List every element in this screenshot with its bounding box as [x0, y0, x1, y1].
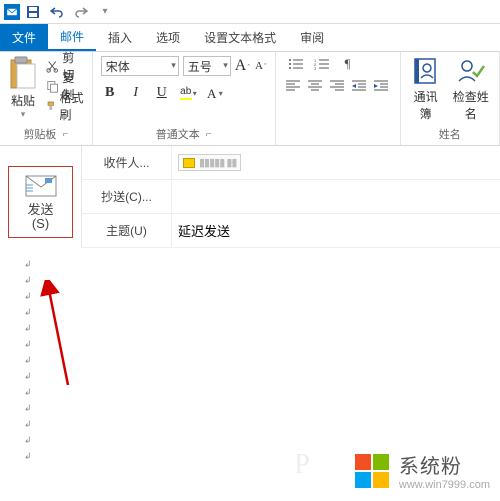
font-size-combo[interactable]: 五号▾	[183, 56, 231, 76]
paste-button-label[interactable]: 粘贴	[11, 92, 35, 109]
format-painter-icon	[46, 99, 55, 113]
paragraph-mark: ↲	[24, 288, 492, 304]
check-names-label: 检查姓名	[453, 88, 489, 122]
pilcrow-button[interactable]: ¶	[338, 56, 358, 72]
windows-logo-icon	[355, 454, 389, 488]
recipient-chip[interactable]: ▮▮▮▮▮ ▮▮	[178, 154, 241, 171]
paragraph-mark: ↲	[24, 416, 492, 432]
clipboard-group-label: 剪贴板	[23, 126, 56, 142]
grow-font-button[interactable]: Aˆ	[235, 57, 250, 75]
paragraph-mark: ↲	[24, 368, 492, 384]
watermark-p: P	[294, 449, 310, 481]
recipient-flag-icon	[183, 158, 195, 168]
paragraph-mark: ↲	[24, 400, 492, 416]
decrease-indent-button[interactable]	[352, 80, 368, 94]
paragraph-mark: ↲	[24, 256, 492, 272]
font-name-combo[interactable]: 宋体▾	[101, 56, 179, 76]
message-body[interactable]: ↲ ↲ ↲ ↲ ↲ ↲ ↲ ↲ ↲ ↲ ↲ ↲ ↲	[0, 248, 500, 468]
paragraph-mark: ↲	[24, 432, 492, 448]
address-book-icon	[411, 56, 441, 86]
tab-options[interactable]: 选项	[144, 24, 192, 51]
subject-label: 主题(U)	[82, 214, 172, 247]
tab-format-text[interactable]: 设置文本格式	[192, 24, 288, 51]
envelope-icon	[25, 175, 57, 197]
underline-button[interactable]: U	[153, 84, 171, 102]
undo-icon[interactable]	[46, 2, 68, 22]
address-book-button[interactable]: 通讯簿	[405, 54, 447, 124]
tab-mail[interactable]: 邮件	[48, 24, 96, 51]
watermark-text: 系统粉	[399, 450, 490, 479]
paragraph-mark: ↲	[24, 272, 492, 288]
align-left-button[interactable]	[286, 80, 302, 94]
recipient-name-blurred: ▮▮▮▮▮ ▮▮	[199, 156, 236, 169]
to-field[interactable]: ▮▮▮▮▮ ▮▮	[172, 146, 500, 179]
font-dialog-launcher-icon[interactable]: ⌐	[206, 129, 212, 140]
paragraph-mark: ↲	[24, 384, 492, 400]
tab-review[interactable]: 审阅	[288, 24, 336, 51]
bullets-button[interactable]	[286, 56, 306, 72]
send-label-line2: (S)	[9, 217, 72, 231]
watermark: 系统粉 www.win7999.com	[355, 450, 490, 491]
check-names-button[interactable]: 检查姓名	[447, 54, 495, 124]
font-group-label: 普通文本	[156, 126, 200, 142]
paragraph-mark: ↲	[24, 336, 492, 352]
redo-icon[interactable]	[70, 2, 92, 22]
align-center-button[interactable]	[308, 80, 324, 94]
italic-button[interactable]: I	[127, 84, 145, 102]
align-right-button[interactable]	[330, 80, 346, 94]
qat-customize-icon[interactable]: ▾	[94, 2, 116, 22]
names-group-label: 姓名	[439, 126, 461, 142]
cc-field[interactable]	[172, 180, 500, 213]
svg-text:3: 3	[314, 66, 317, 70]
scissors-icon	[46, 59, 58, 73]
bold-button[interactable]: B	[101, 84, 119, 102]
cc-button[interactable]: 抄送(C)...	[82, 180, 172, 213]
paragraph-mark: ↲	[24, 352, 492, 368]
send-label-line1: 发送	[9, 203, 72, 217]
paragraph-mark: ↲	[24, 320, 492, 336]
subject-input[interactable]	[178, 223, 494, 238]
copy-icon	[46, 79, 58, 93]
check-names-icon	[456, 56, 486, 86]
watermark-url: www.win7999.com	[399, 479, 490, 491]
send-button[interactable]: 发送 (S)	[8, 166, 73, 238]
paragraph-mark: ↲	[24, 304, 492, 320]
clipboard-dialog-launcher-icon[interactable]: ⌐	[62, 129, 68, 140]
increase-indent-button[interactable]	[374, 80, 390, 94]
tab-insert[interactable]: 插入	[96, 24, 144, 51]
shrink-font-button[interactable]: Aˇ	[254, 60, 267, 72]
font-color-button[interactable]: A▾	[205, 86, 223, 100]
paste-icon[interactable]	[8, 56, 38, 90]
numbering-button[interactable]: 123	[312, 56, 332, 72]
format-painter-button[interactable]: 格式刷	[42, 96, 88, 116]
save-icon[interactable]	[22, 2, 44, 22]
tab-file[interactable]: 文件	[0, 24, 48, 51]
to-button[interactable]: 收件人...	[82, 146, 172, 179]
highlight-button[interactable]: ab▾	[179, 86, 197, 100]
app-mini-icon	[4, 4, 20, 20]
address-book-label: 通讯簿	[411, 88, 441, 122]
format-painter-label: 格式刷	[59, 89, 83, 123]
